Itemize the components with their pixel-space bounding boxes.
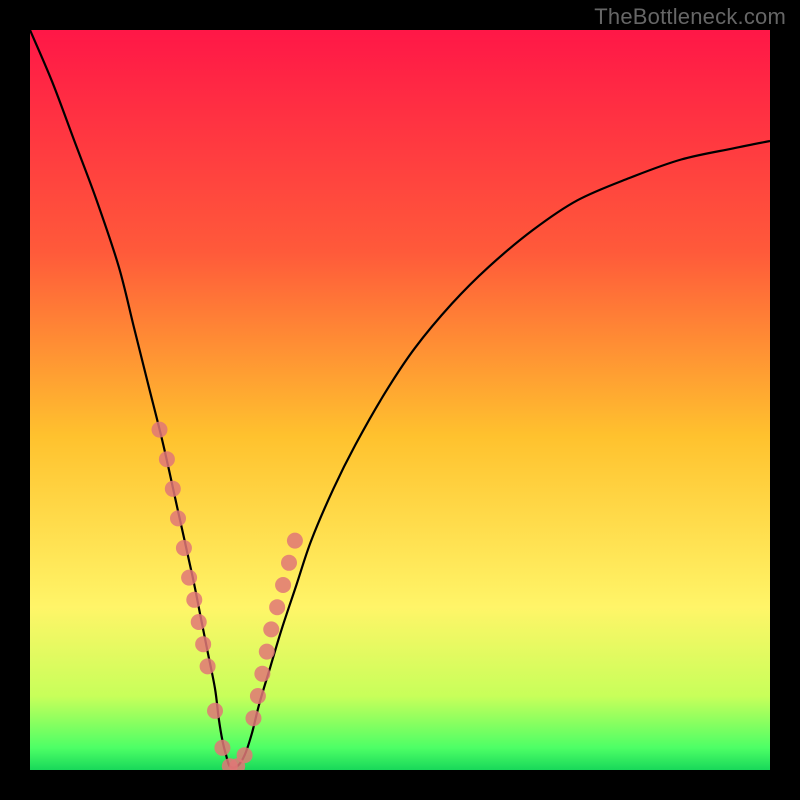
watermark-text: TheBottleneck.com (594, 4, 786, 30)
curve-marker (259, 644, 275, 660)
chart-background (30, 30, 770, 770)
curve-marker (269, 599, 285, 615)
curve-marker (181, 570, 197, 586)
curve-marker (152, 422, 168, 438)
curve-marker (237, 747, 253, 763)
bottleneck-chart (30, 30, 770, 770)
chart-container: TheBottleneck.com (0, 0, 800, 800)
curve-marker (281, 555, 297, 571)
curve-marker (250, 688, 266, 704)
curve-marker (195, 636, 211, 652)
curve-marker (275, 577, 291, 593)
curve-marker (176, 540, 192, 556)
curve-marker (263, 621, 279, 637)
curve-marker (214, 740, 230, 756)
curve-marker (287, 533, 303, 549)
curve-marker (200, 658, 216, 674)
curve-marker (186, 592, 202, 608)
curve-marker (191, 614, 207, 630)
curve-marker (207, 703, 223, 719)
curve-marker (254, 666, 270, 682)
curve-marker (245, 710, 261, 726)
curve-marker (170, 510, 186, 526)
curve-marker (159, 451, 175, 467)
curve-marker (165, 481, 181, 497)
